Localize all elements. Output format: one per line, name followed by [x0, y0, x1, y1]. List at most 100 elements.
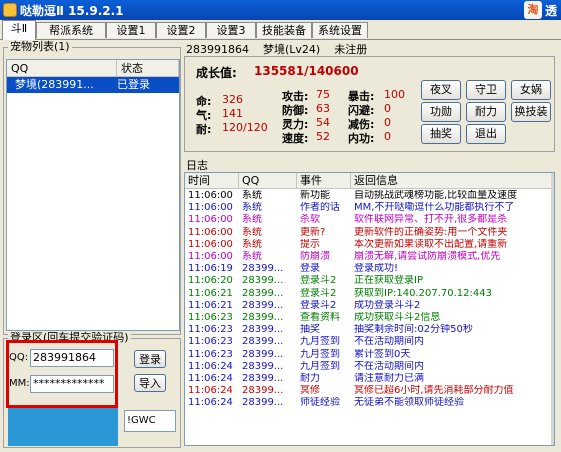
log-row[interactable]: 11:06:00 系统 作者的话 MM,不开哒嘞逗什么功能都执行不了 [185, 202, 554, 214]
log-message: 更新软件的正确姿势:用一个文件夹 [354, 226, 508, 238]
pet-col-status[interactable]: 状态 [117, 60, 179, 77]
login-button[interactable]: 登录 [134, 350, 166, 368]
log-event: 杀软 [300, 214, 320, 226]
log-time: 11:06:00 [188, 214, 233, 226]
log-col-qq[interactable]: QQ [239, 173, 297, 189]
log-qq: 系统 [242, 226, 262, 238]
log-col-event[interactable]: 事件 [297, 173, 351, 189]
log-time: 11:06:23 [188, 312, 233, 323]
nuwa-button[interactable]: 女娲 [511, 80, 551, 100]
log-message: 自动挑战武魂榜功能,比较血量及速度 [354, 190, 518, 201]
log-event: 抽奖 [300, 324, 320, 336]
tab-panel-border [0, 39, 561, 40]
log-time: 11:06:20 [188, 275, 233, 287]
inner-value: 0 [384, 130, 391, 143]
speed-label: 速度: [282, 132, 309, 145]
log-message: 正在获取登录IP [354, 275, 423, 287]
captcha-input[interactable]: !GWC [124, 410, 176, 432]
log-row[interactable]: 11:06:19 28399... 登录 登录成功! [185, 263, 554, 275]
log-row[interactable]: 11:06:21 28399... 登录斗2 获取到IP:140.207.70.12:… [185, 288, 554, 300]
log-row[interactable]: 11:06:24 28399... 师徒经验 无徒弟不能领取师徒经验 [185, 397, 554, 409]
tab-settings-3[interactable]: 设置3 [206, 22, 256, 38]
window-title: 哒勒逗Ⅱ 15.9.2.1 [20, 4, 124, 18]
log-event: 查看资料 [300, 312, 340, 323]
log-event: 提示 [300, 238, 320, 250]
pet-qq: 梦境(283991... [15, 78, 94, 91]
log-event: 九月签到 [300, 336, 340, 348]
log-event: 更新? [300, 226, 326, 238]
tab-dou2[interactable]: 斗Ⅱ [2, 20, 36, 40]
log-time: 11:06:21 [188, 287, 233, 299]
log-col-time[interactable]: 时间 [185, 173, 239, 189]
log-qq: 28399... [242, 348, 284, 360]
tab-system-settings[interactable]: 系统设置 [312, 22, 368, 38]
log-row[interactable]: 11:06:23 28399... 查看资料 成功获取斗斗2信息 [185, 312, 554, 324]
log-qq: 系统 [242, 238, 262, 250]
log-message: 累计签到0天 [354, 348, 411, 360]
pet-list[interactable]: QQ 状态 梦境(283991... 已登录 [6, 59, 180, 331]
log-time: 11:06:19 [188, 263, 233, 275]
log-message: MM,不开哒嘞逗什么功能都执行不了 [354, 202, 515, 214]
title-bar: 哒勒逗Ⅱ 15.9.2.1 淘 透 [0, 0, 561, 20]
log-event: 作者的话 [300, 202, 340, 214]
log-qq: 28399... [242, 324, 284, 336]
log-message: 本次更新如果读取不出配置,请重新 [354, 238, 508, 250]
exit-button[interactable]: 退出 [466, 124, 506, 144]
log-row[interactable]: 11:06:00 系统 提示 本次更新如果读取不出配置,请重新 [185, 239, 554, 251]
pet-row[interactable]: 梦境(283991... 已登录 [7, 77, 179, 93]
log-row[interactable]: 11:06:23 28399... 抽奖 抽奖剩余时间:02分钟50秒 [185, 324, 554, 336]
log-time: 11:06:00 [188, 251, 233, 262]
qq-label: QQ: [9, 352, 29, 363]
log-row[interactable]: 11:06:00 系统 防崩溃 崩溃无解,请尝试防崩溃模式,优先 [185, 251, 554, 263]
taobao-icon[interactable]: 淘 [523, 1, 542, 19]
log-row[interactable]: 11:06:00 系统 新功能 自动挑战武魂榜功能,比较血量及速度 [185, 190, 554, 202]
log-row[interactable]: 11:06:00 系统 杀软 软件联网异常、打不开,很多都是杀 [185, 214, 554, 226]
log-row[interactable]: 11:06:24 28399... 九月签到 不在活动期间内 [185, 361, 554, 373]
log-message: 不在活动期间内 [354, 336, 424, 348]
log-row[interactable]: 11:06:20 28399... 登录斗2 正在获取登录IP [185, 275, 554, 287]
log-row[interactable]: 11:06:21 28399... 登录斗2 成功登录斗斗2 [185, 300, 554, 312]
log-message: 成功获取斗斗2信息 [354, 312, 441, 323]
swap-skill-equip-button[interactable]: 换技装 [511, 102, 551, 122]
log-message: 成功登录斗斗2 [354, 299, 421, 311]
log-message: 软件联网异常、打不开,很多都是杀 [354, 214, 508, 226]
stamina-button[interactable]: 耐力 [466, 102, 506, 122]
log-qq: 系统 [242, 251, 262, 262]
log-qq: 系统 [242, 190, 262, 201]
log-row[interactable]: 11:06:23 28399... 九月签到 不在活动期间内 [185, 336, 554, 348]
log-event: 冥修 [300, 385, 320, 397]
brand-text: 透 [544, 3, 557, 18]
log-table[interactable]: 时间 QQ 事件 返回信息 11:06:00 系统 新功能 自动挑战武魂榜功能,比较血… [184, 172, 555, 446]
tab-settings-2[interactable]: 设置2 [156, 22, 206, 38]
pet-col-qq[interactable]: QQ [7, 60, 117, 77]
log-row[interactable]: 11:06:00 系统 更新? 更新软件的正确姿势:用一个文件夹 [185, 227, 554, 239]
log-scrollbar[interactable] [551, 173, 554, 445]
import-button[interactable]: 导入 [134, 374, 166, 392]
log-qq: 28399... [242, 263, 284, 275]
log-event: 防崩溃 [300, 251, 330, 262]
log-qq: 28399... [242, 360, 284, 372]
account-status: 未注册 [334, 43, 368, 56]
attack-value: 75 [316, 88, 330, 101]
merit-button[interactable]: 功勋 [421, 102, 461, 122]
nai-value: 120/120 [222, 121, 268, 134]
qq-input[interactable]: 283991864 [30, 349, 114, 367]
tab-gang-system[interactable]: 帮派系统 [36, 22, 106, 38]
log-row[interactable]: 11:06:24 28399... 耐力 请注意耐力已满 [185, 373, 554, 385]
log-event: 九月签到 [300, 348, 340, 360]
qi-value: 141 [222, 107, 243, 120]
password-input[interactable]: ************* [30, 375, 114, 393]
log-event: 登录斗2 [300, 275, 337, 287]
log-row[interactable]: 11:06:23 28399... 九月签到 累计签到0天 [185, 349, 554, 361]
lottery-button[interactable]: 抽奖 [421, 124, 461, 144]
log-row[interactable]: 11:06:24 28399... 冥修 冥修已超6小时,请先消耗部分耐力值 [185, 385, 554, 397]
log-time: 11:06:00 [188, 226, 233, 238]
log-col-message[interactable]: 返回信息 [351, 173, 554, 189]
pet-list-title: 宠物列表(1) [8, 40, 72, 53]
log-message: 无徒弟不能领取师徒经验 [354, 397, 464, 409]
yaksha-button[interactable]: 夜叉 [421, 80, 461, 100]
tab-skill-equip[interactable]: 技能装备 [256, 22, 312, 38]
tab-settings-1[interactable]: 设置1 [106, 22, 156, 38]
log-message: 抽奖剩余时间:02分钟50秒 [354, 324, 473, 336]
guard-button[interactable]: 守卫 [466, 80, 506, 100]
